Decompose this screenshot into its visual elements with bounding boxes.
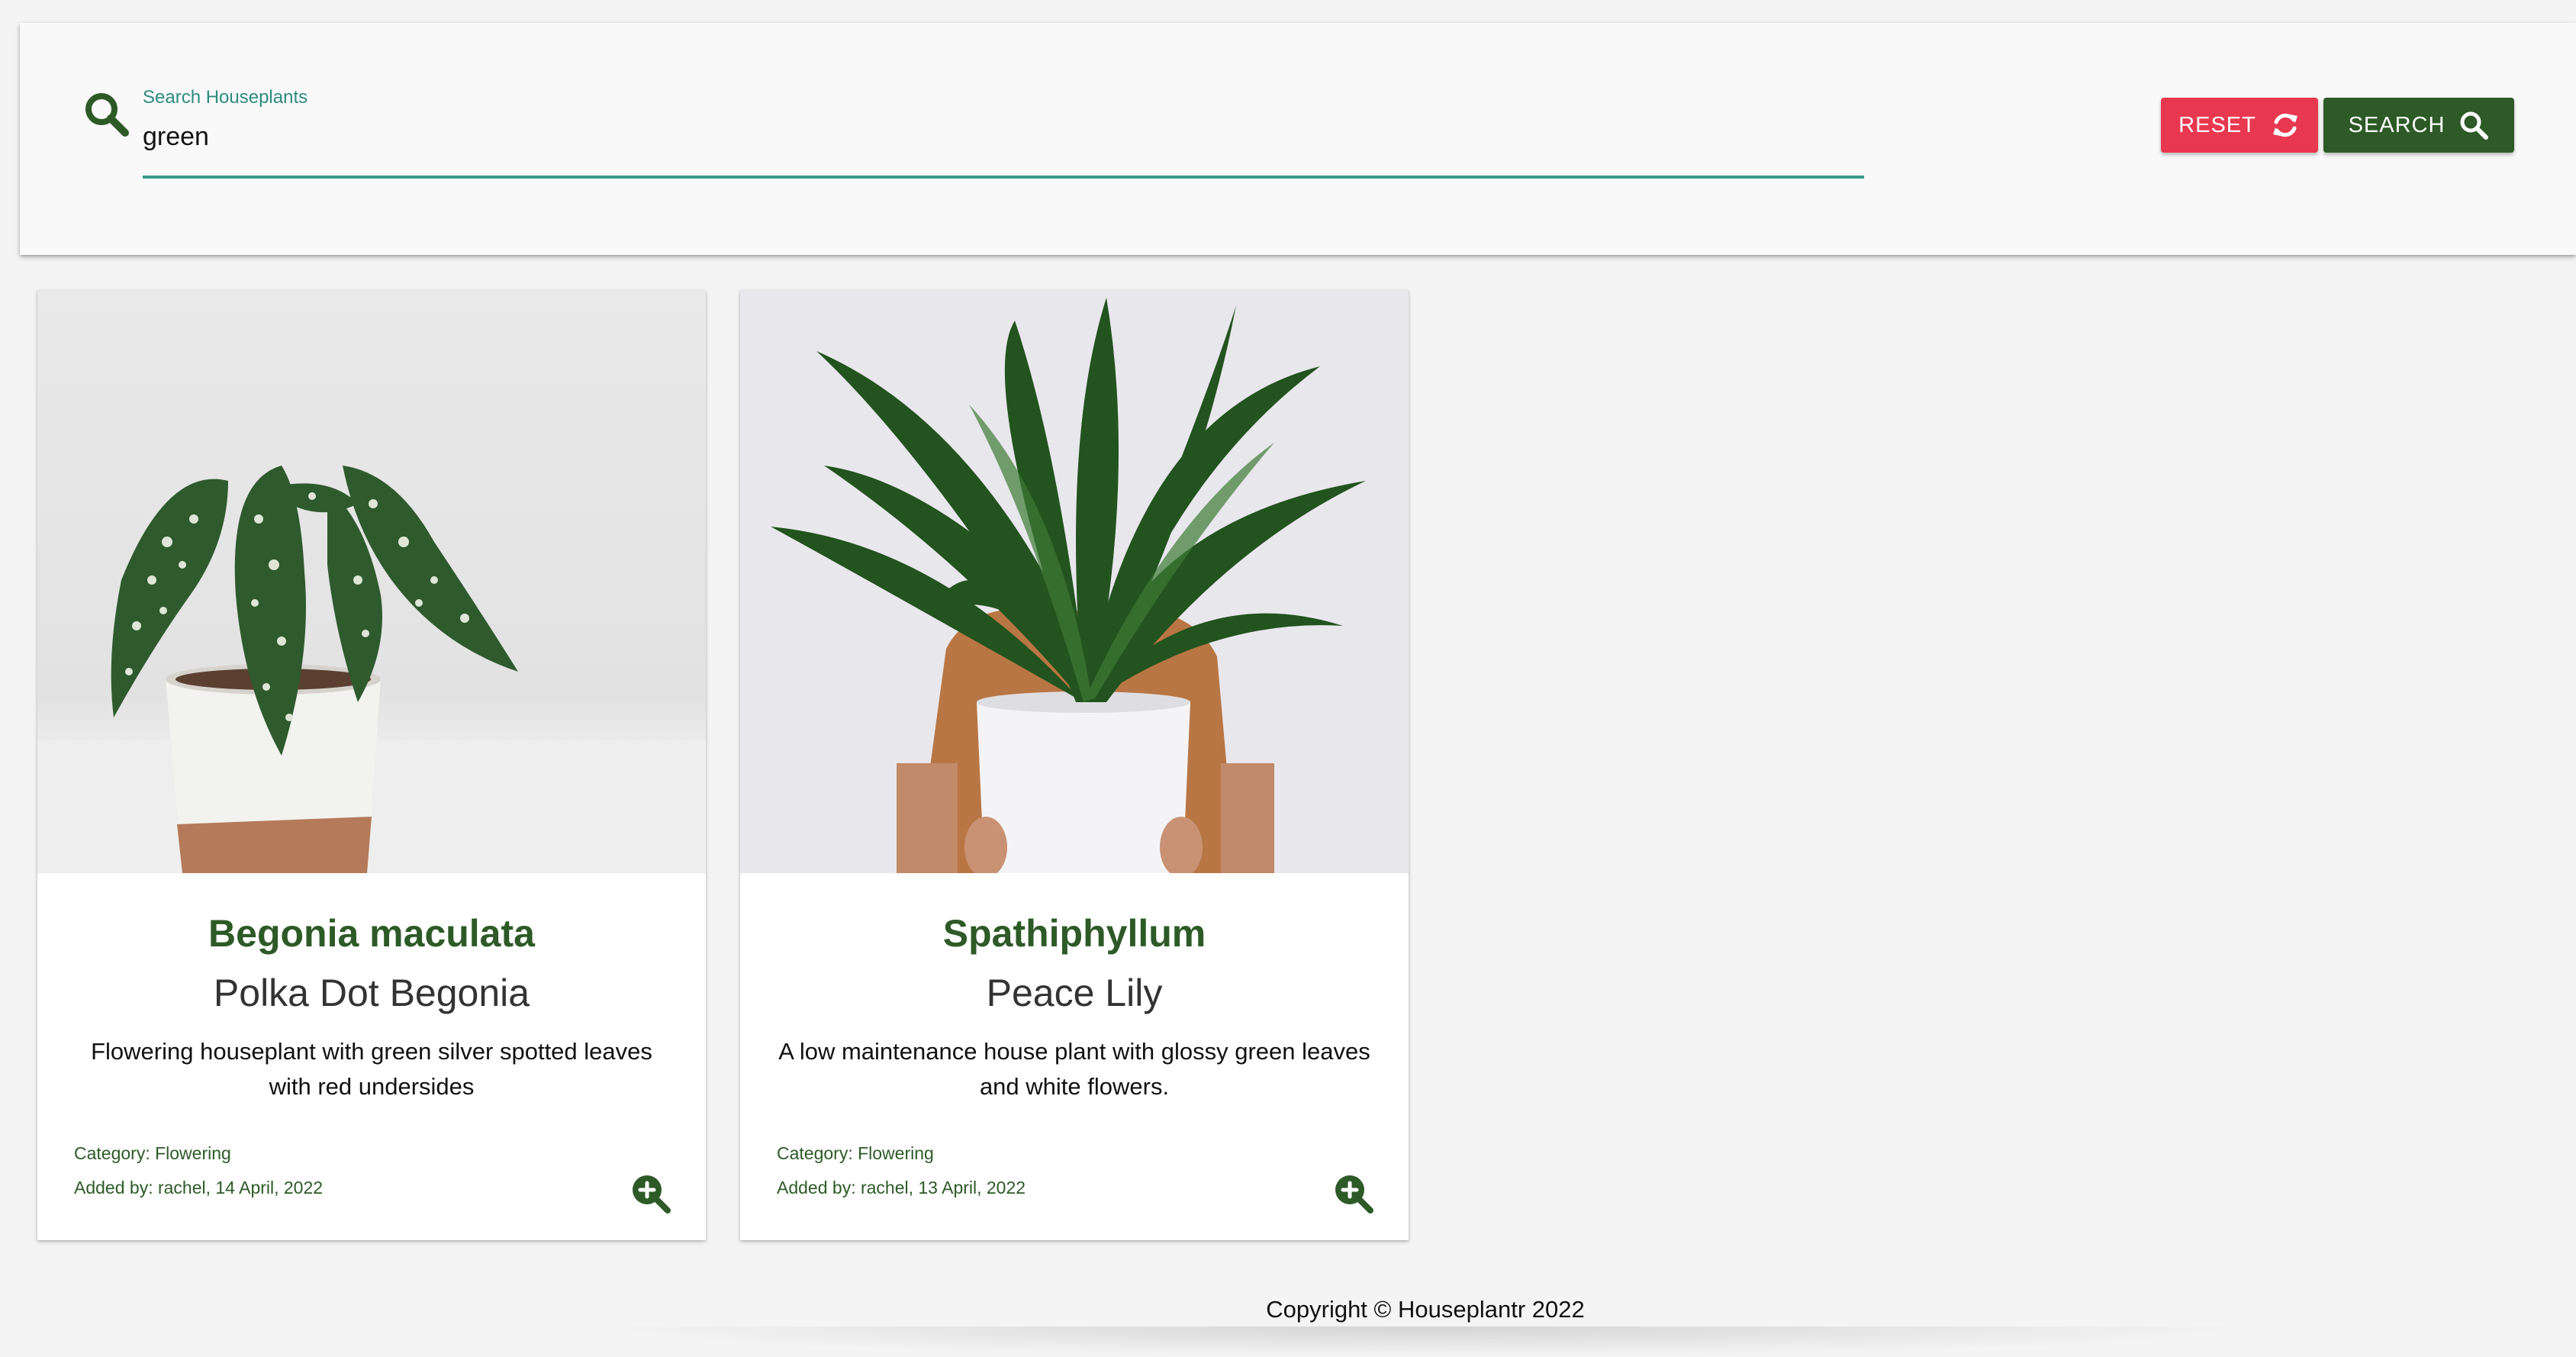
reset-button-label: RESET: [2178, 112, 2256, 137]
peace-lily-image: [740, 290, 1409, 873]
zoom-in-icon[interactable]: [1334, 1174, 1373, 1214]
reset-button[interactable]: RESET: [2161, 98, 2318, 153]
card-category: Category: Flowering: [777, 1143, 934, 1163]
card-added-by: Added by: rachel, 14 April, 2022: [74, 1178, 324, 1197]
search-button-label: SEARCH: [2348, 112, 2446, 137]
search-panel: Search Houseplants RESET SEARCH: [20, 23, 2576, 255]
search-icon: [85, 93, 129, 137]
footer: Copyright © Houseplantr 2022: [0, 1294, 2576, 1357]
card-added-by: Added by: rachel, 13 April, 2022: [777, 1178, 1026, 1197]
card-subtitle: Peace Lily: [986, 972, 1163, 1014]
card-title: Spathiphyllum: [942, 912, 1206, 955]
plant-image: [740, 290, 1409, 873]
card-category: Category: Flowering: [74, 1143, 231, 1163]
search-input[interactable]: [143, 113, 1864, 179]
plant-card: Begonia maculata Polka Dot Begonia Flowe…: [37, 290, 706, 1240]
begonia-image: [37, 290, 706, 873]
card-title: Begonia maculata: [208, 912, 535, 955]
search-button[interactable]: SEARCH: [2323, 98, 2514, 153]
plant-card: Spathiphyllum Peace Lily A low maintenan…: [740, 290, 1409, 1240]
refresh-icon: [2272, 113, 2297, 137]
search-icon: [2460, 111, 2489, 140]
card-description: A low maintenance house plant with gloss…: [778, 1038, 1370, 1100]
card-subtitle: Polka Dot Begonia: [213, 972, 530, 1014]
zoom-in-icon[interactable]: [631, 1174, 671, 1214]
card-description: Flowering houseplant with green silver s…: [91, 1038, 652, 1100]
footer-shadow: [580, 1326, 2274, 1357]
plant-image: [37, 290, 706, 873]
copyright-text: Copyright © Houseplantr 2022: [1266, 1296, 1585, 1323]
search-label: Search Houseplants: [143, 87, 308, 108]
